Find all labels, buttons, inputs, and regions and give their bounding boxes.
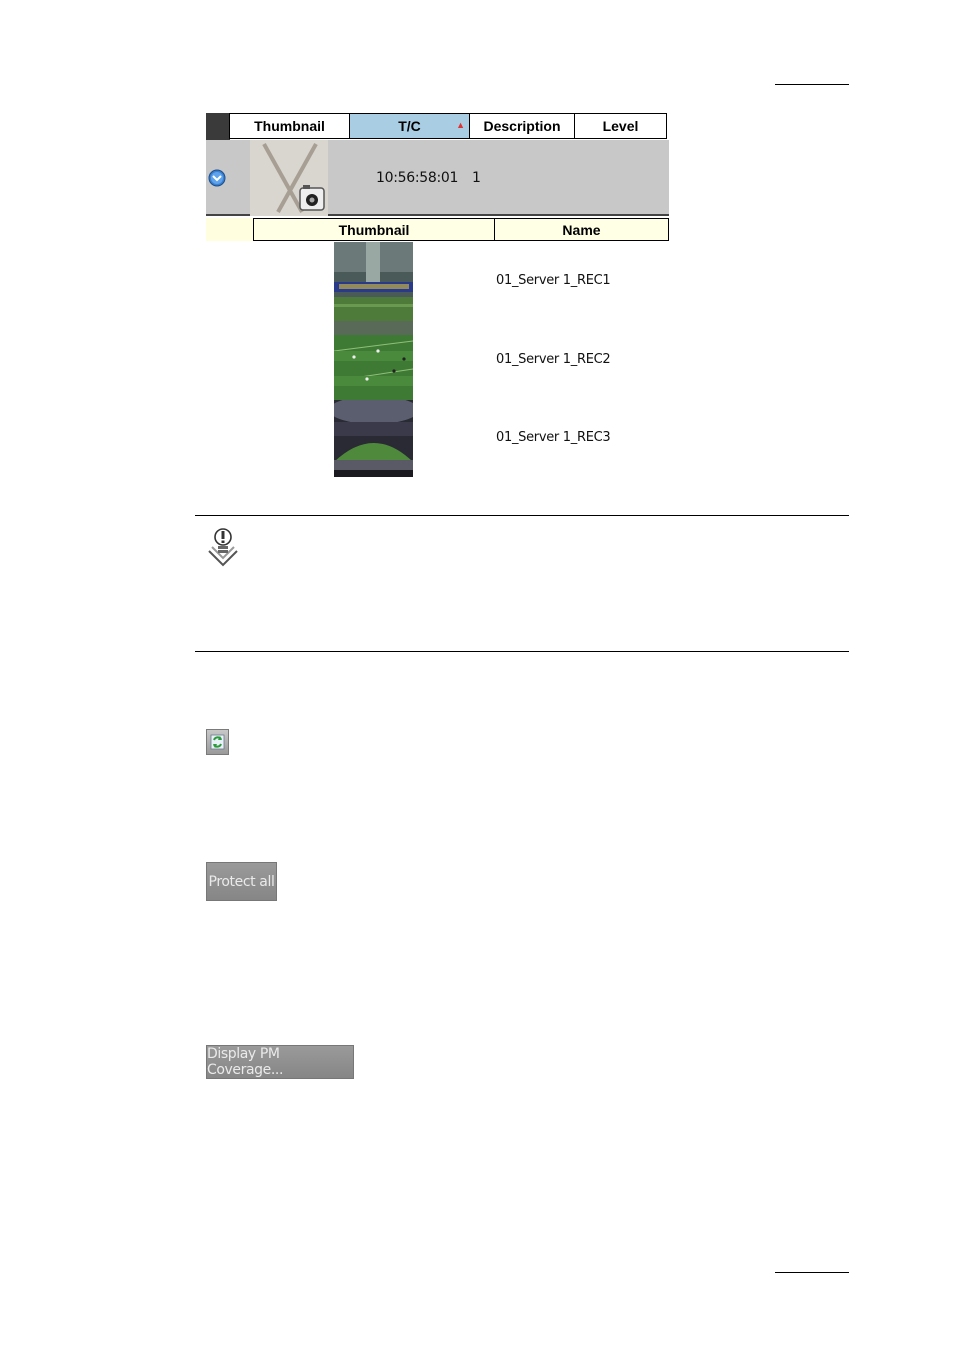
table-row[interactable]: 10:56:58:01 1 bbox=[206, 140, 669, 216]
note-bottom-rule bbox=[195, 651, 849, 652]
recorder-name: 01_Server 1_REC3 bbox=[496, 430, 611, 445]
recorder-thumbnail bbox=[334, 242, 413, 321]
sub-column-header-thumbnail[interactable]: Thumbnail bbox=[253, 218, 495, 241]
note-top-rule bbox=[195, 515, 849, 516]
sub-column-header-name[interactable]: Name bbox=[494, 218, 669, 241]
sub-table-header: Thumbnail Name bbox=[206, 218, 669, 241]
footer-rule bbox=[775, 1272, 849, 1273]
column-header-thumbnail[interactable]: Thumbnail bbox=[229, 113, 350, 139]
column-header-tc[interactable]: T/C ▲ bbox=[349, 113, 470, 139]
no-thumbnail-camera-icon bbox=[262, 143, 325, 213]
tc-value: 10:56:58:01 bbox=[376, 170, 459, 186]
column-header-description[interactable]: Description bbox=[469, 113, 575, 139]
level-value: 1 bbox=[472, 170, 481, 186]
no-thumbnail bbox=[250, 140, 328, 216]
expand-circle-icon[interactable] bbox=[208, 169, 226, 187]
recorder-thumbnail bbox=[334, 321, 413, 400]
header-rule bbox=[775, 84, 849, 85]
list-item[interactable]: 01_Server 1_REC3 bbox=[206, 400, 669, 477]
display-pm-coverage-button[interactable]: Display PM Coverage... bbox=[206, 1045, 354, 1079]
refresh-icon bbox=[210, 734, 225, 750]
list-item[interactable]: 01_Server 1_REC1 bbox=[206, 242, 669, 321]
column-header-level[interactable]: Level bbox=[574, 113, 667, 139]
recorder-name: 01_Server 1_REC1 bbox=[496, 273, 611, 288]
sort-ascending-icon: ▲ bbox=[456, 120, 465, 130]
protect-all-button[interactable]: Protect all bbox=[206, 862, 277, 901]
note-lightbulb-icon bbox=[208, 528, 238, 567]
refresh-button[interactable] bbox=[206, 729, 229, 755]
grid-corner bbox=[206, 113, 230, 140]
recorder-name: 01_Server 1_REC2 bbox=[496, 352, 611, 367]
recorder-thumbnail bbox=[334, 400, 413, 477]
list-item[interactable]: 01_Server 1_REC2 bbox=[206, 321, 669, 400]
